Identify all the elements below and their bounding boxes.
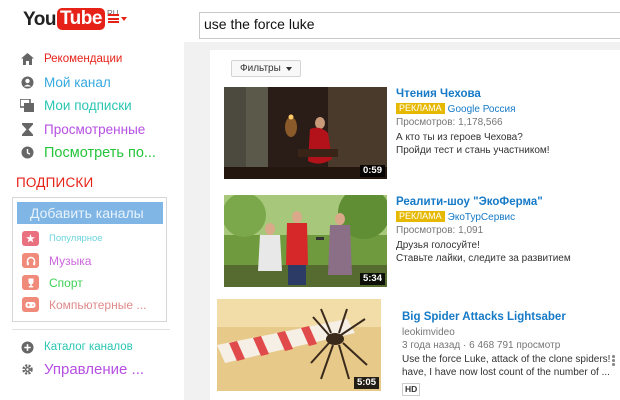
sidebar-item-label: Управление ... — [44, 361, 145, 378]
sidebar-item-recommended[interactable]: Рекомендации — [0, 47, 184, 71]
video-duration: 0:59 — [359, 165, 385, 177]
video-stats: Просмотров: 1,178,566 — [396, 117, 503, 128]
hamburger-icon — [108, 14, 119, 23]
channel-name[interactable]: leokimvideo — [402, 327, 455, 338]
sidebar-item-label: Просмотренные — [44, 121, 146, 137]
video-thumbnail[interactable]: 0:59 — [224, 87, 387, 179]
hourglass-icon — [20, 122, 34, 136]
sidebar-item-manage-subscriptions[interactable]: Управление ... — [20, 361, 144, 378]
sidebar-item-my-channel[interactable]: Мой канал — [0, 71, 184, 95]
subscriptions-heading: ПОДПИСКИ — [16, 175, 94, 190]
subscription-item-sport[interactable]: Спорт — [22, 275, 83, 290]
ad-badge: РЕКЛАМА — [396, 103, 445, 114]
guide-sidebar: Рекомендации Мой канал Мои подписки Прос… — [0, 42, 184, 400]
description-line: Друзья голосуйте! — [396, 240, 480, 251]
result-info: Big Spider Attacks Lightsaber leokimvide… — [402, 310, 614, 397]
filters-label: Фильтры — [240, 63, 281, 74]
hd-badge: HD — [402, 383, 421, 396]
headphones-icon — [22, 253, 39, 268]
content-backdrop-left — [184, 42, 210, 400]
chevron-down-icon — [285, 66, 292, 71]
sidebar-item-subscriptions[interactable]: Мои подписки — [0, 94, 184, 118]
gear-icon — [20, 363, 34, 377]
subscription-label: Музыка — [49, 253, 92, 268]
result-info: Реалити-шоу "ЭкоФерма" РЕКЛАМА ЭкоТурСерв… — [396, 195, 571, 265]
content-backdrop — [184, 42, 620, 50]
top-bar: You Tube RU — [0, 0, 620, 42]
ad-badge: РЕКЛАМА — [396, 211, 445, 222]
sidebar-item-label: Посмотреть по... — [44, 144, 156, 161]
subscriptions-list: Добавить каналы Популярное Музыка Спорт … — [12, 197, 167, 322]
result-info: Чтения Чехова РЕКЛАМА Google Россия Просм… — [396, 87, 550, 157]
subscription-label: Спорт — [49, 275, 83, 290]
logo-tube: Tube — [56, 8, 105, 30]
search-results: Фильтры 0:59 Чтения Чехова РЕКЛАМА Googl… — [210, 50, 620, 400]
description-line: А кто ты из героев Чехова? — [396, 132, 523, 143]
video-title[interactable]: Чтения Чехова — [396, 87, 550, 102]
video-stats: 3 года назад · 6 468 791 просмотр — [402, 340, 561, 351]
description-line: have, I have now lost count of the numbe… — [402, 367, 610, 378]
sidebar-item-channel-catalog[interactable]: Каталог каналов — [20, 340, 133, 354]
sidebar-item-label: Мой канал — [44, 74, 111, 90]
search-box[interactable] — [199, 12, 620, 39]
home-icon — [20, 52, 34, 66]
logo-you: You — [23, 9, 56, 30]
video-duration: 5:05 — [353, 377, 379, 389]
chevron-down-icon — [121, 16, 127, 21]
subscription-item-popular[interactable]: Популярное — [22, 231, 103, 246]
description-line: Use the force Luke, attack of the clone … — [402, 354, 614, 365]
add-channels-button[interactable]: Добавить каналы — [17, 202, 163, 224]
search-input[interactable] — [204, 16, 620, 32]
gamepad-icon — [22, 297, 39, 312]
guide-menu-button[interactable] — [108, 14, 127, 23]
star-icon — [22, 231, 39, 246]
sidebar-item-label: Мои подписки — [44, 98, 132, 114]
plus-circle-icon — [20, 340, 34, 354]
sidebar-item-history[interactable]: Просмотренные — [0, 118, 184, 142]
channel-name[interactable]: Google Россия — [448, 104, 516, 115]
trophy-icon — [22, 275, 39, 290]
sidebar-item-label: Рекомендации — [44, 52, 123, 65]
subscription-item-gaming[interactable]: Компьютерные ... — [22, 297, 146, 312]
video-title[interactable]: Big Spider Attacks Lightsaber — [402, 310, 614, 325]
sidebar-item-label: Каталог каналов — [44, 341, 133, 353]
description-line: Пройди тест и стань участником! — [396, 145, 550, 156]
description-line: Ставьте лайки, следите за развитием — [396, 253, 571, 264]
subscription-label: Компьютерные ... — [49, 297, 147, 312]
more-options-icon[interactable] — [612, 355, 616, 367]
subscriptions-icon — [20, 99, 34, 113]
filters-button[interactable]: Фильтры — [231, 60, 301, 77]
video-duration: 5:34 — [359, 273, 385, 285]
video-thumbnail[interactable]: 5:34 — [224, 195, 387, 287]
person-icon — [20, 75, 34, 89]
subscription-label: Популярное — [49, 233, 103, 244]
video-title[interactable]: Реалити-шоу "ЭкоФерма" — [396, 195, 571, 210]
subscription-item-music[interactable]: Музыка — [22, 253, 91, 268]
sidebar-item-watch-later[interactable]: Посмотреть по... — [0, 141, 184, 165]
clock-icon — [20, 146, 34, 160]
sidebar-divider — [12, 329, 170, 330]
channel-name[interactable]: ЭкоТурСервис — [448, 212, 515, 223]
video-thumbnail[interactable]: 5:05 — [217, 299, 381, 391]
youtube-logo[interactable]: You Tube RU — [23, 8, 119, 32]
video-stats: Просмотров: 1,091 — [396, 225, 484, 236]
